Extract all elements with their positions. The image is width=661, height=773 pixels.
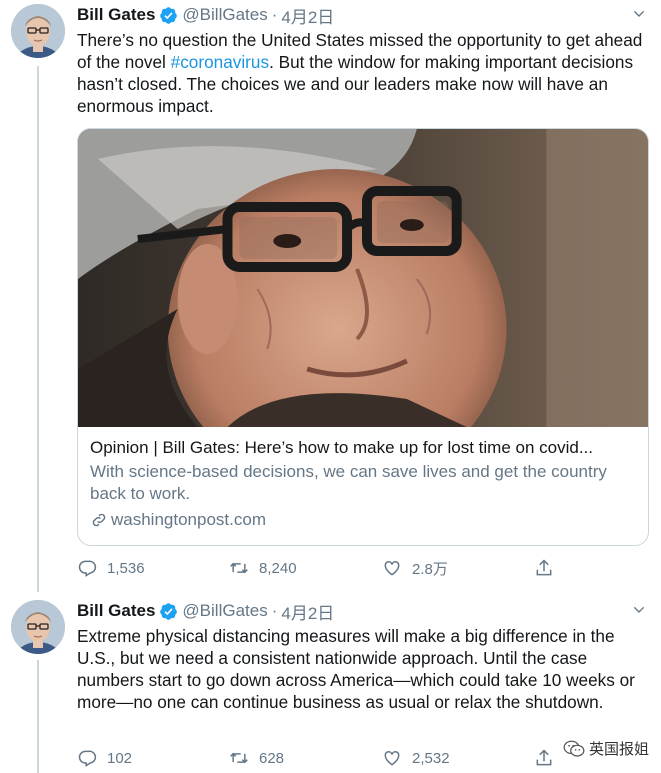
link-card[interactable]: Opinion | Bill Gates: Here’s how to make… xyxy=(77,128,649,546)
link-icon xyxy=(92,513,106,527)
retweet-count: 628 xyxy=(259,749,285,767)
thread-line xyxy=(37,66,39,592)
chevron-down-icon[interactable] xyxy=(631,6,647,22)
verified-badge-icon xyxy=(160,602,178,620)
tweet-actions: 102 628 2,532 xyxy=(77,746,577,770)
retweet-icon xyxy=(230,562,248,574)
avatar[interactable] xyxy=(11,600,65,654)
retweet-count: 8,240 xyxy=(259,559,297,577)
like-button[interactable]: 2.8万 xyxy=(382,556,448,580)
tweet-header: Bill Gates @BillGates · 4月2日 xyxy=(77,2,649,28)
like-count: 2.8万 xyxy=(412,560,448,578)
card-image xyxy=(78,129,648,427)
watermark-label: 英国报姐 xyxy=(588,741,649,758)
like-count: 2,532 xyxy=(412,749,450,767)
like-icon xyxy=(384,560,400,576)
chevron-down-icon[interactable] xyxy=(631,602,647,618)
reply-count: 102 xyxy=(107,749,133,767)
retweet-icon xyxy=(230,752,248,764)
separator-dot: · xyxy=(271,5,278,24)
tweet-actions: 1,536 8,240 2.8万 xyxy=(77,556,577,580)
retweet-button[interactable]: 628 xyxy=(229,746,284,770)
retweet-button[interactable]: 8,240 xyxy=(229,556,297,580)
author-handle[interactable]: @BillGates xyxy=(182,5,267,25)
author-name[interactable]: Bill Gates xyxy=(77,5,155,25)
author-handle[interactable]: @BillGates xyxy=(182,601,267,621)
card-domain[interactable]: washingtonpost.com xyxy=(90,509,636,531)
thread-line xyxy=(37,660,39,773)
card-domain-text: washingtonpost.com xyxy=(111,510,266,529)
share-icon xyxy=(536,749,552,766)
like-icon xyxy=(384,750,400,766)
share-button[interactable] xyxy=(534,746,564,770)
card-description: With science-based decisions, we can sav… xyxy=(90,462,607,503)
watermark: 英国报姐 xyxy=(560,738,651,759)
avatar[interactable] xyxy=(11,4,65,58)
reply-button[interactable]: 102 xyxy=(77,746,132,770)
hashtag-link[interactable]: #coronavirus xyxy=(171,52,269,72)
verified-badge-icon xyxy=(160,6,178,24)
reply-count: 1,536 xyxy=(107,559,145,577)
like-button[interactable]: 2,532 xyxy=(382,746,450,770)
reply-icon xyxy=(78,750,97,767)
separator-dot: · xyxy=(271,601,278,620)
tweet-date[interactable]: 4月2日 xyxy=(281,3,334,28)
card-title[interactable]: Opinion | Bill Gates: Here’s how to make… xyxy=(90,437,636,459)
share-icon xyxy=(536,559,552,576)
wechat-icon xyxy=(563,740,585,757)
author-name[interactable]: Bill Gates xyxy=(77,601,155,621)
tweet-text: There’s no question the United States mi… xyxy=(77,29,649,117)
tweet-1[interactable]: Bill Gates @BillGates · 4月2日 There’s no … xyxy=(0,0,661,592)
tweet-date[interactable]: 4月2日 xyxy=(281,599,334,624)
reply-icon xyxy=(78,560,97,577)
tweet-header: Bill Gates @BillGates · 4月2日 xyxy=(77,598,649,624)
tweet-text: Extreme physical distancing measures wil… xyxy=(77,626,635,712)
share-button[interactable] xyxy=(534,556,564,580)
reply-button[interactable]: 1,536 xyxy=(77,556,145,580)
